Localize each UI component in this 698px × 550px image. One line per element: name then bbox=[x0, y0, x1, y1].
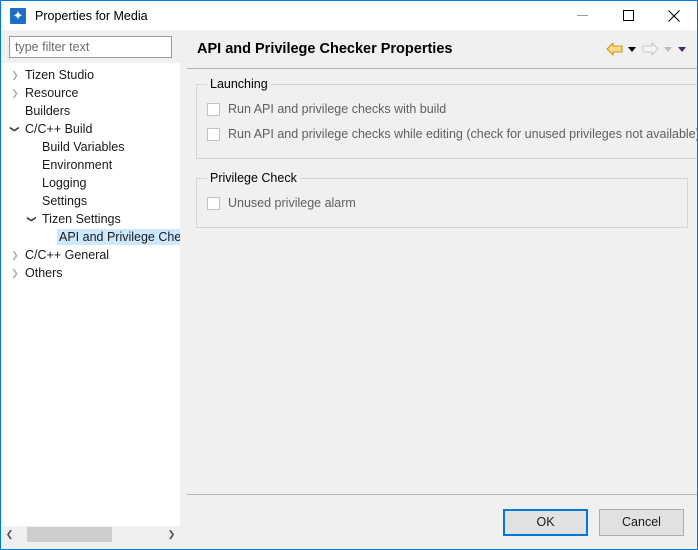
chevron-right-icon[interactable]: ❯ bbox=[163, 526, 180, 543]
chevron-right-icon[interactable]: ❯ bbox=[7, 84, 23, 102]
tree-item-label: Logging bbox=[40, 175, 89, 191]
back-history-chevron-down-icon[interactable] bbox=[625, 38, 639, 60]
tree-item-settings[interactable]: Settings bbox=[1, 192, 180, 210]
close-icon[interactable] bbox=[651, 1, 697, 30]
group-privilege-check: Privilege Check Unused privilege alarm bbox=[196, 171, 688, 228]
tree-item-build-variables[interactable]: Build Variables bbox=[1, 138, 180, 156]
scrollbar-track[interactable] bbox=[18, 526, 163, 543]
maximize-icon[interactable] bbox=[605, 1, 651, 30]
forward-arrow-icon bbox=[639, 38, 661, 60]
checkbox-row: Run API and privilege checks while editi… bbox=[207, 127, 697, 141]
tree-item-label: Settings bbox=[40, 193, 89, 209]
tree-item-logging[interactable]: Logging bbox=[1, 174, 180, 192]
left-pane-padding bbox=[1, 543, 180, 549]
tree-item-label: Others bbox=[23, 265, 65, 281]
view-menu-chevron-down-icon[interactable] bbox=[675, 38, 689, 60]
tree-item-label: Resource bbox=[23, 85, 81, 101]
tree-item-builders[interactable]: Builders bbox=[1, 102, 180, 120]
checkbox-row: Run API and privilege checks with build bbox=[207, 102, 697, 116]
tree-item-label: Tizen Studio bbox=[23, 67, 96, 83]
chevron-left-icon[interactable]: ❮ bbox=[1, 526, 18, 543]
tree-item-label: C/C++ Build bbox=[23, 121, 94, 137]
checkbox-label: Run API and privilege checks with build bbox=[228, 102, 446, 116]
page-navigation-toolbar bbox=[603, 30, 689, 68]
settings-tree-pane: ❯Tizen Studio❯ResourceBuilders❯C/C++ Bui… bbox=[1, 30, 180, 549]
caret-glyph bbox=[664, 47, 672, 52]
tree-item-label: API and Privilege Checker bbox=[57, 229, 180, 245]
checkbox-label: Unused privilege alarm bbox=[228, 196, 356, 210]
tree-item-c-c-build[interactable]: ❯C/C++ Build bbox=[1, 120, 180, 138]
chevron-down-icon[interactable]: ❯ bbox=[23, 211, 41, 227]
chevron-right-icon[interactable]: ❯ bbox=[7, 264, 23, 282]
caret-glyph bbox=[628, 47, 636, 52]
property-page-body: Launching Run API and privilege checks wi… bbox=[187, 69, 697, 494]
tree-item-c-c-general[interactable]: ❯C/C++ General bbox=[1, 246, 180, 264]
checkbox-label: Run API and privilege checks while editi… bbox=[228, 127, 697, 141]
checkbox-input bbox=[207, 197, 220, 210]
cancel-button[interactable]: Cancel bbox=[599, 509, 684, 536]
filter-container bbox=[1, 30, 180, 63]
ok-button[interactable]: OK bbox=[503, 509, 588, 536]
tree-item-tizen-settings[interactable]: ❯Tizen Settings bbox=[1, 210, 180, 228]
group-legend: Privilege Check bbox=[207, 171, 300, 185]
tree-item-resource[interactable]: ❯Resource bbox=[1, 84, 180, 102]
property-page-header: API and Privilege Checker Properties bbox=[187, 30, 697, 69]
checkbox-row: Unused privilege alarm bbox=[207, 196, 679, 210]
tree-items: ❯Tizen Studio❯ResourceBuilders❯C/C++ Bui… bbox=[1, 66, 180, 525]
page-title: API and Privilege Checker Properties bbox=[197, 41, 452, 57]
dialog-footer: OK Cancel bbox=[187, 494, 697, 549]
tree-item-tizen-studio[interactable]: ❯Tizen Studio bbox=[1, 66, 180, 84]
window-controls bbox=[559, 1, 697, 30]
tree-item-others[interactable]: ❯Others bbox=[1, 264, 180, 282]
property-page-pane: API and Privilege Checker Properties bbox=[187, 30, 697, 549]
pane-divider[interactable] bbox=[180, 30, 187, 549]
tree-clip: ❯Tizen Studio❯ResourceBuilders❯C/C++ Bui… bbox=[1, 63, 180, 525]
tree-horizontal-scrollbar[interactable]: ❮ ❯ bbox=[1, 525, 180, 543]
tree-item-label: C/C++ General bbox=[23, 247, 111, 263]
star-glyph: ✦ bbox=[11, 9, 25, 23]
checkbox-input bbox=[207, 128, 220, 141]
tizen-star-icon: ✦ bbox=[10, 8, 26, 24]
chevron-right-icon[interactable]: ❯ bbox=[7, 246, 23, 264]
properties-dialog: ✦ Properties for Media ❯Tizen Studio❯Res bbox=[0, 0, 698, 550]
tree-item-api-and-privilege-checker[interactable]: API and Privilege Checker bbox=[1, 228, 180, 246]
chevron-right-icon[interactable]: ❯ bbox=[7, 66, 23, 84]
minimize-icon[interactable] bbox=[559, 1, 605, 30]
caret-glyph bbox=[678, 47, 686, 52]
back-arrow-icon[interactable] bbox=[603, 38, 625, 60]
dialog-content: ❯Tizen Studio❯ResourceBuilders❯C/C++ Bui… bbox=[1, 30, 697, 549]
group-launching: Launching Run API and privilege checks wi… bbox=[196, 77, 697, 159]
window-title: Properties for Media bbox=[35, 9, 148, 23]
tree-item-label: Tizen Settings bbox=[40, 211, 123, 227]
tree-item-label: Builders bbox=[23, 103, 72, 119]
chevron-down-icon[interactable]: ❯ bbox=[6, 121, 24, 137]
tree-item-environment[interactable]: Environment bbox=[1, 156, 180, 174]
tree-item-label: Build Variables bbox=[40, 139, 126, 155]
title-bar: ✦ Properties for Media bbox=[1, 1, 697, 30]
filter-input[interactable] bbox=[9, 36, 172, 58]
settings-tree[interactable]: ❯Tizen Studio❯ResourceBuilders❯C/C++ Bui… bbox=[1, 63, 180, 525]
scrollbar-thumb[interactable] bbox=[27, 527, 112, 542]
tree-item-label: Environment bbox=[40, 157, 114, 173]
forward-history-chevron-down-icon bbox=[661, 38, 675, 60]
group-legend: Launching bbox=[207, 77, 271, 91]
checkbox-input bbox=[207, 103, 220, 116]
